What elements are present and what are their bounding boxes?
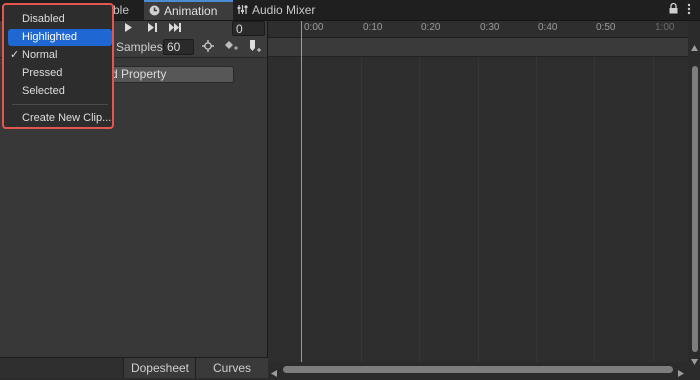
tick-label: 0:30 [480, 22, 500, 33]
grid-line [653, 57, 654, 362]
clock-icon [149, 3, 160, 21]
horizontal-scroll-thumb[interactable] [283, 366, 673, 373]
next-key-icon[interactable] [147, 22, 158, 36]
tick-label: 1:00 [655, 22, 675, 33]
mixer-sliders-icon [237, 1, 248, 21]
vertical-scroll-thumb[interactable] [692, 66, 698, 352]
dopesheet-area[interactable] [268, 57, 688, 362]
add-keyframe-icon[interactable] [202, 40, 214, 55]
grid-line [419, 57, 420, 362]
lock-icon[interactable] [669, 2, 678, 17]
samples-label: Samples [116, 40, 163, 54]
grid-line [536, 57, 537, 362]
current-frame-field[interactable]: 0 [232, 21, 265, 36]
tick-label: 0:40 [538, 22, 558, 33]
tick-label: 0:20 [421, 22, 441, 33]
menu-item-selected[interactable]: Selected [8, 83, 112, 100]
clip-dropdown-menu: Disabled Highlighted ✓ Normal Pressed Sel… [2, 3, 114, 129]
scroll-left-arrow-icon[interactable] [271, 366, 277, 380]
menu-item-create-new-clip[interactable]: Create New Clip... [8, 110, 112, 127]
time-ruler[interactable]: 0:00 0:10 0:20 0:30 0:40 0:50 1:00 [268, 21, 688, 38]
menu-item-highlighted[interactable]: Highlighted [8, 29, 112, 46]
event-track[interactable] [268, 38, 688, 57]
tab-curves[interactable]: Curves [195, 358, 268, 378]
grid-line [361, 57, 362, 362]
tick-label: 0:00 [304, 22, 324, 33]
kebab-menu-icon[interactable] [687, 3, 691, 18]
scroll-right-arrow-icon[interactable] [678, 366, 684, 380]
menu-item-disabled[interactable]: Disabled [8, 11, 112, 28]
tab-dopesheet[interactable]: Dopesheet [123, 358, 196, 378]
menu-item-pressed[interactable]: Pressed [8, 65, 112, 82]
tab-animation[interactable]: Animation [144, 0, 233, 20]
add-event-diamond-icon[interactable] [224, 40, 238, 55]
tab-audio-mixer[interactable]: Audio Mixer [237, 0, 315, 20]
grid-line [594, 57, 595, 362]
samples-field[interactable]: 60 [163, 39, 194, 55]
scroll-down-arrow-icon[interactable] [691, 354, 698, 368]
grid-line [478, 57, 479, 362]
checkmark-icon: ✓ [10, 49, 20, 61]
tick-label: 0:10 [363, 22, 383, 33]
tick-label: 0:50 [596, 22, 616, 33]
play-icon[interactable] [124, 22, 133, 36]
tab-ble[interactable]: ble [113, 0, 129, 20]
view-mode-bar: Dopesheet Curves [0, 357, 268, 378]
playhead-line[interactable] [301, 21, 302, 362]
menu-separator [12, 104, 108, 105]
scroll-up-arrow-icon[interactable] [691, 40, 698, 54]
add-event-marker-icon[interactable] [249, 40, 261, 56]
last-key-icon[interactable] [168, 22, 182, 36]
menu-item-normal[interactable]: ✓ Normal [8, 47, 112, 64]
